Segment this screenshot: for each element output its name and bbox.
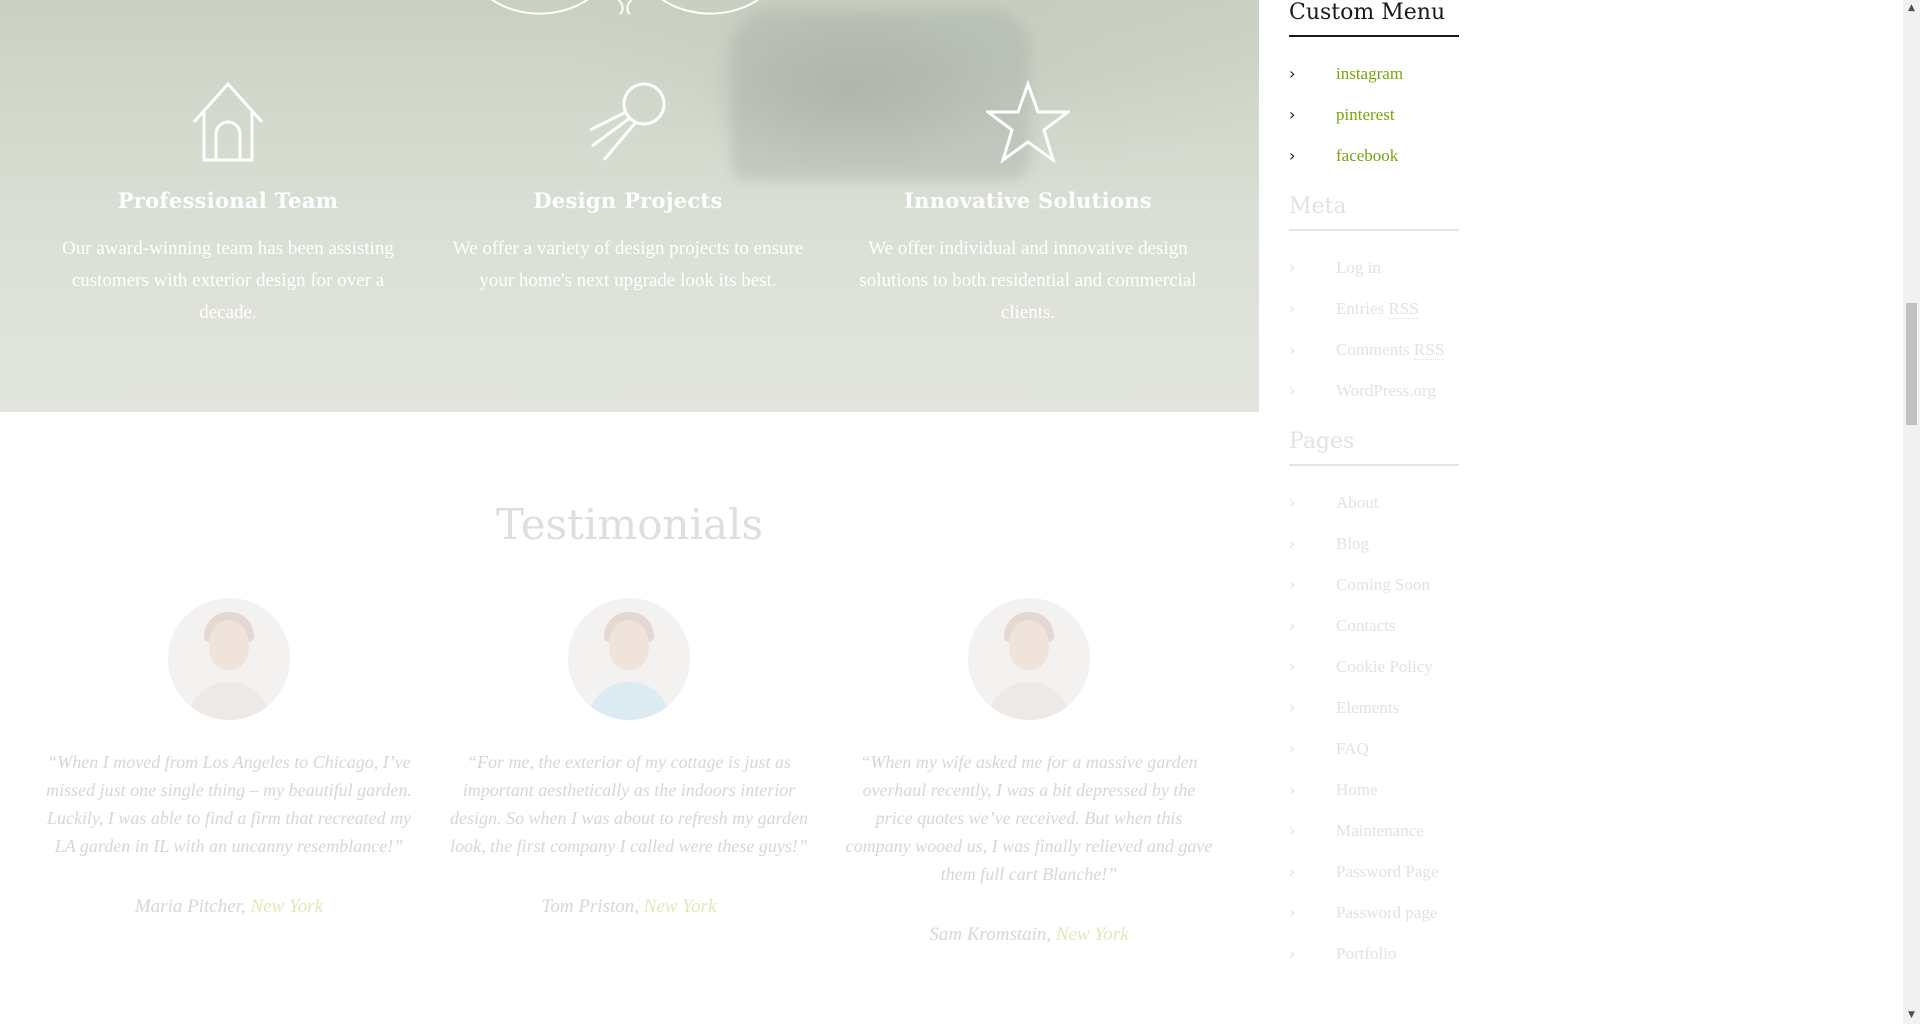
- flourish-ornament-icon: [490, 0, 760, 15]
- testimonial-card: “When I moved from Los Angeles to Chicag…: [44, 598, 414, 918]
- avatar: [968, 598, 1090, 720]
- chevron-right-icon: ›: [1289, 944, 1296, 963]
- chevron-right-icon: ›: [1289, 534, 1296, 553]
- page-item[interactable]: › Portfolio: [1289, 933, 1459, 974]
- author-name: Sam Kromstain,: [929, 924, 1052, 945]
- meta-item-entries-rss[interactable]: › Entries RSS: [1289, 288, 1459, 329]
- chevron-right-icon: ›: [1289, 340, 1296, 359]
- pages-list: › About › Blog › Coming Soon › Contacts › Coo…: [1289, 466, 1459, 974]
- author-location: New York: [1055, 924, 1129, 945]
- avatar: [568, 598, 690, 720]
- page-item[interactable]: › Password page: [1289, 892, 1459, 933]
- feature-text: We offer a variety of design projects to…: [452, 238, 804, 291]
- custom-menu-item-facebook[interactable]: › facebook: [1289, 135, 1459, 176]
- meta-list: › Log in › Entries RSS › Comments RSS › Word…: [1289, 231, 1459, 411]
- page-item[interactable]: › Coming Soon: [1289, 564, 1459, 605]
- satellite-icon: [589, 82, 666, 161]
- home-icon: [192, 81, 264, 162]
- scroll-down-arrow-icon[interactable]: ▼: [1903, 1007, 1920, 1024]
- vertical-scrollbar[interactable]: ▲ ▼: [1903, 0, 1920, 1024]
- page-item[interactable]: › Contacts: [1289, 605, 1459, 646]
- custom-menu-title: Custom Menu: [1289, 0, 1459, 37]
- meta-item-wordpress-org[interactable]: › WordPress.org: [1289, 370, 1459, 411]
- author-location: New York: [250, 896, 324, 917]
- star-icon: [986, 80, 1070, 164]
- testimonial-card: “For me, the exterior of my cottage is j…: [444, 598, 814, 918]
- chevron-right-icon: ›: [1289, 299, 1296, 318]
- chevron-right-icon: ›: [1289, 862, 1296, 881]
- chevron-right-icon: ›: [1289, 616, 1296, 635]
- testimonial-quote: “When I moved from Los Angeles to Chicag…: [46, 752, 412, 856]
- page-item[interactable]: › Elements: [1289, 687, 1459, 728]
- page-item[interactable]: › Blog: [1289, 523, 1459, 564]
- testimonial-quote: “For me, the exterior of my cottage is j…: [450, 752, 808, 856]
- chevron-right-icon: ›: [1289, 105, 1296, 124]
- chevron-right-icon: ›: [1289, 821, 1296, 840]
- feature-title: Innovative Solutions: [904, 188, 1152, 213]
- testimonial-author: Maria Pitcher, New York: [44, 896, 414, 918]
- chevron-right-icon: ›: [1289, 575, 1296, 594]
- feature-professional-team: Professional Team Our award-winning team…: [48, 80, 408, 329]
- feature-design-projects: Design Projects We offer a variety of de…: [448, 80, 808, 297]
- author-name: Maria Pitcher,: [134, 896, 246, 917]
- chevron-right-icon: ›: [1289, 698, 1296, 717]
- meta-item-log-in[interactable]: › Log in: [1289, 247, 1459, 288]
- author-name: Tom Priston,: [541, 896, 640, 917]
- pages-title: Pages: [1289, 429, 1459, 466]
- meta-item-comments-rss[interactable]: › Comments RSS: [1289, 329, 1459, 370]
- chevron-right-icon: ›: [1289, 258, 1296, 277]
- custom-menu-item-instagram[interactable]: › instagram: [1289, 53, 1459, 94]
- feature-innovative-solutions: Innovative Solutions We offer individual…: [848, 80, 1208, 329]
- chevron-right-icon: ›: [1289, 780, 1296, 799]
- page-item[interactable]: › Maintenance: [1289, 810, 1459, 851]
- page-item[interactable]: › About: [1289, 482, 1459, 523]
- scroll-up-arrow-icon[interactable]: ▲: [1903, 0, 1920, 17]
- testimonial-quote: “When my wife asked me for a massive gar…: [845, 752, 1213, 884]
- chevron-right-icon: ›: [1289, 381, 1296, 400]
- chevron-right-icon: ›: [1289, 657, 1296, 676]
- page-item[interactable]: › FAQ: [1289, 728, 1459, 769]
- custom-menu-list: › instagram › pinterest › facebook: [1289, 37, 1459, 176]
- page-item[interactable]: › Cookie Policy: [1289, 646, 1459, 687]
- chevron-right-icon: ›: [1289, 903, 1296, 922]
- chevron-right-icon: ›: [1289, 146, 1296, 165]
- feature-text: Our award-winning team has been assistin…: [62, 238, 394, 323]
- feature-title: Professional Team: [117, 188, 339, 213]
- testimonial-author: Tom Priston, New York: [444, 896, 814, 918]
- feature-text: We offer individual and innovative desig…: [859, 238, 1197, 323]
- feature-title: Design Projects: [533, 188, 723, 213]
- chevron-right-icon: ›: [1289, 64, 1296, 83]
- features-section: Professional Team Our award-winning team…: [0, 0, 1259, 412]
- chevron-right-icon: ›: [1289, 493, 1296, 512]
- sidebar: Custom Menu › instagram › pinterest › faceb…: [1289, 0, 1459, 974]
- testimonial-card: “When my wife asked me for a massive gar…: [844, 598, 1214, 946]
- avatar: [168, 598, 290, 720]
- page-item[interactable]: › Home: [1289, 769, 1459, 810]
- testimonials-title: Testimonials: [495, 500, 764, 549]
- custom-menu-item-pinterest[interactable]: › pinterest: [1289, 94, 1459, 135]
- meta-title: Meta: [1289, 194, 1459, 231]
- page-item[interactable]: › Password Page: [1289, 851, 1459, 892]
- author-location: New York: [643, 896, 717, 917]
- scrollbar-thumb[interactable]: [1906, 303, 1917, 425]
- chevron-right-icon: ›: [1289, 739, 1296, 758]
- testimonial-author: Sam Kromstain, New York: [844, 924, 1214, 946]
